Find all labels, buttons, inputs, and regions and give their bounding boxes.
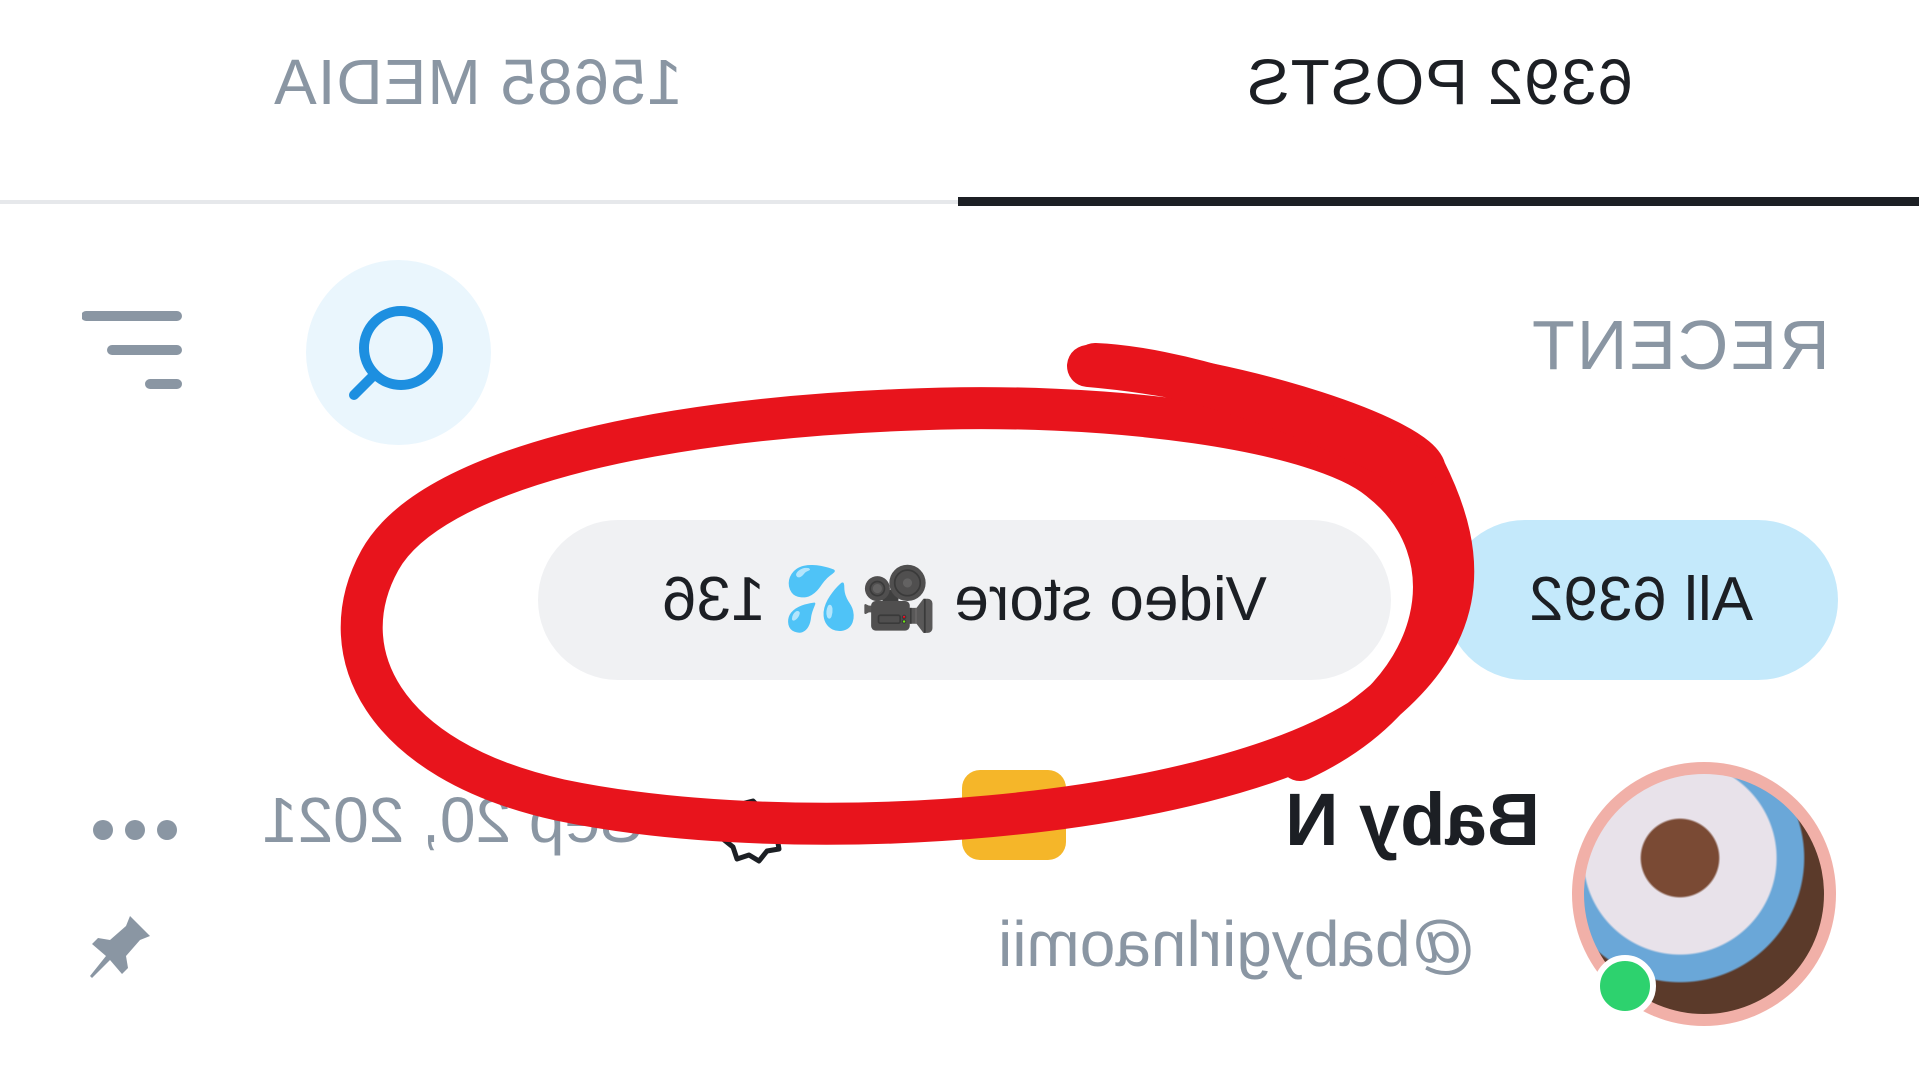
search-icon bbox=[349, 306, 443, 400]
tab-media[interactable]: 15685 MEDIA bbox=[258, 42, 698, 122]
emoji-badge bbox=[962, 770, 1066, 860]
search-button[interactable] bbox=[306, 260, 491, 445]
active-tab-indicator bbox=[958, 197, 1919, 206]
more-dots-icon[interactable] bbox=[90, 815, 180, 845]
chip-all-label: All 6392 bbox=[1529, 565, 1754, 634]
pin-icon[interactable] bbox=[84, 912, 154, 982]
sort-recent-button[interactable]: RECENT bbox=[1530, 305, 1830, 385]
tab-posts-label: 6392 POSTS bbox=[1246, 46, 1634, 118]
verified-badge-icon bbox=[717, 795, 789, 867]
post-date: Sep 20, 2021 bbox=[262, 784, 643, 856]
tab-posts[interactable]: 6392 POSTS bbox=[1235, 42, 1645, 122]
online-status-dot bbox=[1594, 955, 1656, 1017]
chip-all[interactable]: All 6392 bbox=[1445, 520, 1838, 680]
display-name[interactable]: Baby N bbox=[1285, 775, 1540, 865]
sort-label: RECENT bbox=[1530, 306, 1830, 384]
filter-lines-icon[interactable] bbox=[81, 306, 182, 396]
tab-media-label: 15685 MEDIA bbox=[273, 46, 683, 118]
chip-video-store-label: Video store 🎥💦 136 bbox=[662, 565, 1267, 634]
username-handle[interactable]: @babygirlnaomii bbox=[998, 904, 1476, 984]
chip-video-store[interactable]: Video store 🎥💦 136 bbox=[538, 520, 1391, 680]
